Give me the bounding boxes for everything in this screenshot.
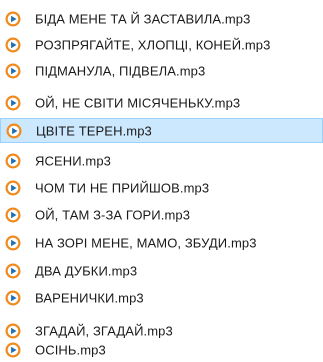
media-file-icon (5, 11, 21, 26)
media-file-icon (5, 342, 21, 357)
file-item[interactable]: БІДА МЕНЕ ТА Й ЗАСТАВИЛА.mp3 (0, 6, 323, 31)
file-list: БІДА МЕНЕ ТА Й ЗАСТАВИЛА.mp3 РОЗПРЯГАЙТЕ… (0, 0, 323, 362)
file-name: ПІДМАНУЛА, ПІДВЕЛА.mp3 (35, 63, 206, 78)
file-name: ОЙ, НЕ СВІТИ МІСЯЧЕНЬКУ.mp3 (35, 95, 241, 110)
media-file-icon (5, 290, 21, 305)
file-item[interactable]: ВАРЕНИЧКИ.mp3 (0, 285, 323, 310)
file-name: РОЗПРЯГАЙТЕ, ХЛОПЦІ, КОНЕЙ.mp3 (35, 37, 271, 52)
file-item[interactable]: ПІДМАНУЛА, ПІДВЕЛА.mp3 (0, 58, 323, 83)
media-file-icon (5, 37, 21, 52)
file-name: НА ЗОРІ МЕНЕ, МАМО, ЗБУДИ.mp3 (35, 235, 257, 250)
file-name: ЦВІТЕ ТЕРЕН.mp3 (36, 123, 152, 138)
file-name: ЗГАДАЙ, ЗГАДАЙ.mp3 (35, 323, 173, 338)
file-name: ЯСЕНИ.mp3 (35, 153, 111, 168)
file-item-selected[interactable]: ЦВІТЕ ТЕРЕН.mp3 (0, 118, 323, 143)
media-file-icon (5, 207, 21, 222)
file-item[interactable]: ЯСЕНИ.mp3 (0, 148, 323, 173)
file-item[interactable]: ЧОМ ТИ НЕ ПРИЙШОВ.mp3 (0, 175, 323, 200)
media-file-icon (5, 180, 21, 195)
media-file-icon (5, 63, 21, 78)
media-file-icon (5, 235, 21, 250)
media-file-icon (5, 263, 21, 278)
file-item[interactable]: ДВА ДУБКИ.mp3 (0, 258, 323, 283)
file-item[interactable]: ОСІНЬ.mp3 (0, 337, 323, 362)
media-file-icon (6, 123, 22, 138)
file-name: ЧОМ ТИ НЕ ПРИЙШОВ.mp3 (35, 180, 210, 195)
file-name: ОЙ, ТАМ З-ЗА ГОРИ.mp3 (35, 207, 191, 222)
file-name: ОСІНЬ.mp3 (35, 342, 106, 357)
file-name: БІДА МЕНЕ ТА Й ЗАСТАВИЛА.mp3 (35, 11, 251, 26)
file-item[interactable]: ОЙ, ТАМ З-ЗА ГОРИ.mp3 (0, 202, 323, 227)
media-file-icon (5, 153, 21, 168)
file-name: ДВА ДУБКИ.mp3 (35, 263, 138, 278)
media-file-icon (5, 95, 21, 110)
file-name: ВАРЕНИЧКИ.mp3 (35, 290, 144, 305)
file-item[interactable]: НА ЗОРІ МЕНЕ, МАМО, ЗБУДИ.mp3 (0, 230, 323, 255)
file-item[interactable]: РОЗПРЯГАЙТЕ, ХЛОПЦІ, КОНЕЙ.mp3 (0, 32, 323, 57)
file-item[interactable]: ОЙ, НЕ СВІТИ МІСЯЧЕНЬКУ.mp3 (0, 90, 323, 115)
